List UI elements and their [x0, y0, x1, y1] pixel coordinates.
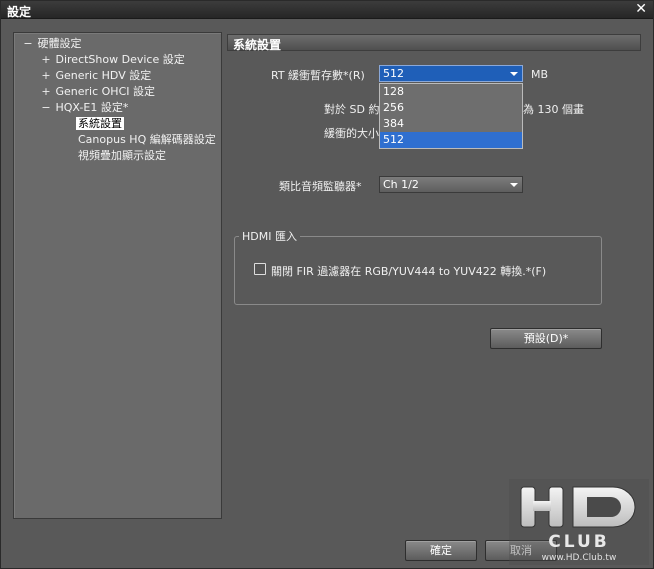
- audio-monitor-value: Ch 1/2: [383, 178, 419, 191]
- rt-buffer-value: 512: [383, 67, 404, 80]
- rt-buffer-unit: MB: [531, 68, 549, 81]
- svg-text:CLUB: CLUB: [548, 532, 609, 552]
- tree-item-canopus-hq[interactable]: Canopus HQ 編解碼器設定: [78, 132, 216, 147]
- audio-monitor-label: 類比音頻監聽器*: [279, 180, 362, 193]
- expand-icon[interactable]: +: [40, 68, 52, 83]
- close-icon[interactable]: ✕: [635, 1, 647, 17]
- chevron-down-icon: [510, 183, 518, 187]
- hd-club-watermark-logo: CLUB www.HD.Club.tw: [509, 479, 649, 565]
- tree-item-label: Generic HDV 設定: [55, 69, 152, 82]
- tree-item-label: DirectShow Device 設定: [55, 53, 185, 66]
- default-button[interactable]: 預設(D)*: [490, 328, 602, 349]
- tree-item-label: Canopus HQ 編解碼器設定: [78, 133, 216, 146]
- collapse-icon[interactable]: −: [22, 36, 34, 51]
- tree-item-label: Generic OHCI 設定: [55, 85, 156, 98]
- fir-filter-checkbox[interactable]: [254, 263, 266, 275]
- tree-item-system-settings[interactable]: 系統設置: [76, 116, 124, 131]
- hdmi-group-title: HDMI 匯入: [239, 228, 300, 244]
- rt-buffer-label: RT 緩衝暫存數*(R): [271, 69, 365, 82]
- settings-window: 設定 ✕ − 硬體設定 + DirectShow Device 設定 + Gen…: [0, 0, 654, 569]
- title-bar[interactable]: 設定 ✕: [1, 1, 653, 19]
- tree-item-generic-ohci[interactable]: + Generic OHCI 設定: [40, 84, 155, 99]
- dropdown-option-selected[interactable]: 512: [380, 132, 522, 148]
- tree-item-hardware[interactable]: − 硬體設定: [22, 36, 82, 51]
- ok-button[interactable]: 確定: [405, 540, 477, 561]
- info-text-line2: 緩衝的大小: [324, 127, 379, 140]
- tree-item-label: 系統設置: [76, 117, 124, 130]
- tree-item-label: 視頻疊加顯示設定: [78, 149, 166, 162]
- info-text-right: 為 130 個畫: [523, 103, 584, 116]
- collapse-icon[interactable]: −: [40, 100, 52, 115]
- tree-item-directshow[interactable]: + DirectShow Device 設定: [40, 52, 185, 67]
- fir-filter-label[interactable]: 關閉 FIR 過濾器在 RGB/YUV444 to YUV422 轉換.*(F): [271, 263, 546, 279]
- dropdown-option[interactable]: 384: [380, 116, 522, 132]
- dropdown-option[interactable]: 128: [380, 84, 522, 100]
- expand-icon[interactable]: +: [40, 84, 52, 99]
- dropdown-option[interactable]: 256: [380, 100, 522, 116]
- tree-item-label: 硬體設定: [37, 37, 82, 50]
- info-text-left: 對於 SD 約: [324, 103, 380, 116]
- tree-item-hqx-e1[interactable]: − HQX-E1 設定*: [40, 100, 128, 115]
- tree-item-generic-hdv[interactable]: + Generic HDV 設定: [40, 68, 151, 83]
- tree-item-video-overlay[interactable]: 視頻疊加顯示設定: [78, 148, 166, 163]
- audio-monitor-select[interactable]: Ch 1/2: [379, 176, 523, 193]
- settings-tree[interactable]: − 硬體設定 + DirectShow Device 設定 + Generic …: [13, 32, 222, 519]
- rt-buffer-select[interactable]: 512: [379, 65, 523, 82]
- window-title: 設定: [7, 5, 32, 19]
- chevron-down-icon: [510, 72, 518, 76]
- expand-icon[interactable]: +: [40, 52, 52, 67]
- panel-header: 系統設置: [227, 34, 641, 52]
- rt-buffer-dropdown[interactable]: 128 256 384 512: [379, 83, 523, 149]
- svg-text:www.HD.Club.tw: www.HD.Club.tw: [542, 553, 617, 563]
- panel-title: 系統設置: [233, 38, 282, 52]
- tree-item-label: HQX-E1 設定*: [55, 101, 129, 114]
